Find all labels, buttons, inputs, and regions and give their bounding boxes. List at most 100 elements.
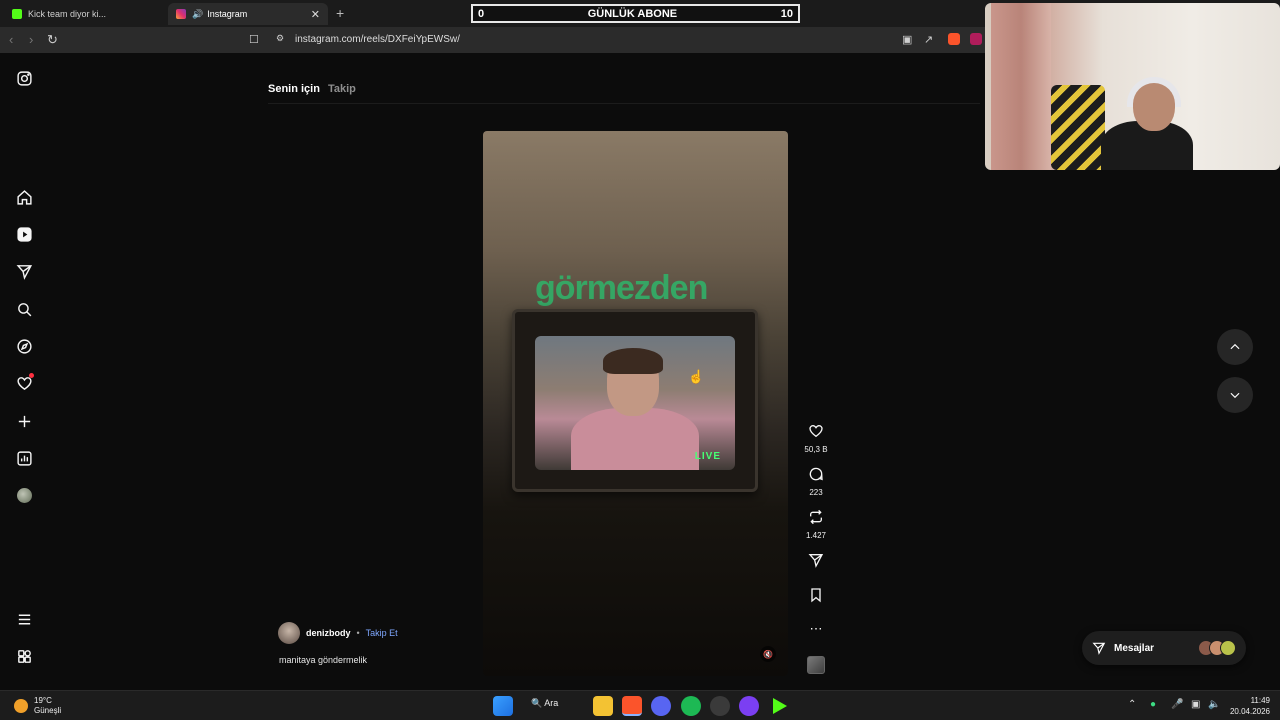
back-icon[interactable]: ‹ — [9, 32, 13, 47]
tray-overflow-icon[interactable]: ⌃ — [1128, 699, 1136, 710]
home-icon[interactable] — [14, 187, 34, 207]
file-explorer-icon[interactable] — [593, 696, 613, 716]
instagram-favicon — [176, 9, 186, 19]
bookmark-icon — [811, 588, 821, 603]
spotify-icon[interactable] — [681, 696, 701, 716]
tab-kick[interactable]: Kick team diyor ki... — [4, 3, 166, 25]
volume-icon[interactable]: 🔈 — [1208, 699, 1220, 710]
previous-reel-button[interactable] — [1217, 329, 1253, 365]
author-avatar[interactable] — [278, 622, 300, 644]
windows-taskbar: 19°C Güneşli 🔍 Ara ⌃ ● 🎤 ▣ 🔈 11:49 20.04… — [0, 690, 1280, 720]
reel-overlay-text: görmezden — [535, 269, 708, 307]
goal-current: 0 — [478, 7, 485, 20]
goal-target: 10 — [780, 7, 793, 20]
instagram-logo-icon[interactable] — [14, 68, 34, 88]
notifications-heart-icon[interactable] — [14, 373, 34, 393]
reload-icon[interactable]: ↻ — [47, 32, 58, 48]
brave-rewards-icon[interactable] — [970, 33, 982, 45]
reels-icon[interactable] — [14, 224, 34, 244]
new-tab-button[interactable]: + — [336, 5, 344, 21]
brave-browser-icon[interactable] — [622, 696, 642, 716]
save-button[interactable] — [800, 587, 832, 608]
tab-instagram[interactable]: 🔊 Instagram ✕ — [168, 3, 328, 25]
steam-icon[interactable] — [710, 696, 730, 716]
status-dot-icon[interactable]: ● — [1150, 699, 1156, 710]
microphone-icon[interactable]: 🎤 — [1171, 699, 1183, 710]
more-options-icon[interactable]: ⋯ — [800, 622, 832, 636]
webcam-headset — [1127, 77, 1181, 107]
brave-shield-icon[interactable] — [948, 33, 960, 45]
chevron-down-icon — [1230, 392, 1240, 399]
cast-icon[interactable]: ▣ — [902, 33, 912, 46]
notification-dot — [29, 373, 34, 378]
create-plus-icon[interactable] — [14, 411, 34, 431]
reel-author: denizbody • Takip Et — [278, 622, 398, 644]
webcam-curtain — [991, 3, 1051, 170]
kick-app-icon[interactable] — [773, 698, 787, 714]
repost-button[interactable]: 1.427 — [800, 509, 832, 540]
tv-screen: LIVE — [535, 336, 735, 470]
follow-button[interactable]: Takip Et — [366, 628, 398, 638]
repost-count: 1.427 — [805, 531, 827, 540]
dashboard-icon[interactable] — [14, 448, 34, 468]
tabs-divider — [268, 103, 980, 104]
next-reel-button[interactable] — [1217, 377, 1253, 413]
weather-widget[interactable]: 19°C Güneşli — [14, 696, 61, 716]
search-icon[interactable] — [14, 299, 34, 319]
search-label: Ara — [544, 698, 559, 708]
person-hair — [603, 348, 663, 374]
tab-title: Kick team diyor ki... — [28, 9, 107, 19]
repost-icon — [810, 509, 822, 525]
taskbar-search[interactable]: 🔍 Ara — [531, 698, 558, 709]
taskbar-clock[interactable]: 11:49 20.04.2026 — [1228, 695, 1270, 717]
tv-live-badge: LIVE — [694, 451, 721, 462]
goal-label: GÜNLÜK ABONE — [587, 7, 678, 20]
message-avatars — [1198, 640, 1236, 656]
clock-time: 11:49 — [1250, 696, 1270, 705]
share-button[interactable] — [800, 552, 832, 573]
speaker-icon[interactable]: 🔊 — [192, 9, 203, 20]
bookmark-icon[interactable]: ☐ — [249, 33, 259, 46]
url-text[interactable]: instagram.com/reels/DXFeiYpEWSw/ — [295, 34, 460, 45]
profile-avatar[interactable] — [14, 485, 34, 505]
reel-video[interactable]: görmezden LIVE 🔇 — [483, 131, 788, 676]
heart-icon — [809, 424, 823, 438]
display-icon[interactable]: ▣ — [1191, 699, 1200, 710]
clock-date: 20.04.2026 — [1229, 707, 1270, 716]
close-tab-icon[interactable]: ✕ — [311, 8, 320, 21]
reel-caption: manitaya göndermelik — [279, 655, 368, 665]
like-count: 50,3 B — [804, 445, 828, 454]
tv-frame: LIVE — [512, 309, 758, 492]
like-button[interactable]: 50,3 B — [800, 423, 832, 454]
author-username[interactable]: denizbody — [306, 628, 351, 638]
weather-temp: 19°C — [34, 696, 52, 705]
audio-thumbnail[interactable] — [807, 656, 825, 674]
tab-for-you[interactable]: Senin için — [268, 83, 320, 95]
discord-icon[interactable] — [651, 696, 671, 716]
streamer-webcam — [985, 3, 1280, 170]
messages-button[interactable]: Mesajlar — [1082, 631, 1246, 665]
instagram-sidebar — [0, 53, 50, 690]
start-windows-icon[interactable] — [493, 696, 513, 716]
share-icon[interactable]: ↗ — [924, 33, 933, 46]
comment-count: 223 — [809, 488, 823, 497]
tab-title: Instagram — [207, 9, 248, 19]
site-settings-icon[interactable]: ⚙ — [276, 33, 284, 44]
daily-subscriber-goal-bar: 0 GÜNLÜK ABONE 10 — [471, 4, 800, 23]
forward-icon[interactable]: › — [29, 32, 33, 47]
hand-cursor-icon: ☝ — [688, 369, 705, 384]
send-icon — [808, 554, 824, 568]
direct-send-icon[interactable] — [14, 261, 34, 281]
messages-label: Mesajlar — [1114, 642, 1155, 654]
reels-feed-tabs: Senin için Takip — [268, 83, 356, 95]
menu-icon[interactable] — [14, 609, 34, 629]
comment-button[interactable]: 223 — [800, 466, 832, 497]
explore-compass-icon[interactable] — [14, 336, 34, 356]
also-from-meta-icon[interactable] — [14, 646, 34, 666]
avatar — [1220, 640, 1236, 656]
weather-condition: Güneşli — [34, 706, 62, 715]
tab-following[interactable]: Takip — [328, 83, 356, 95]
mute-toggle-icon[interactable]: 🔇 — [760, 646, 776, 662]
webcam-scarf — [1051, 85, 1105, 170]
obs-icon[interactable] — [739, 696, 759, 716]
